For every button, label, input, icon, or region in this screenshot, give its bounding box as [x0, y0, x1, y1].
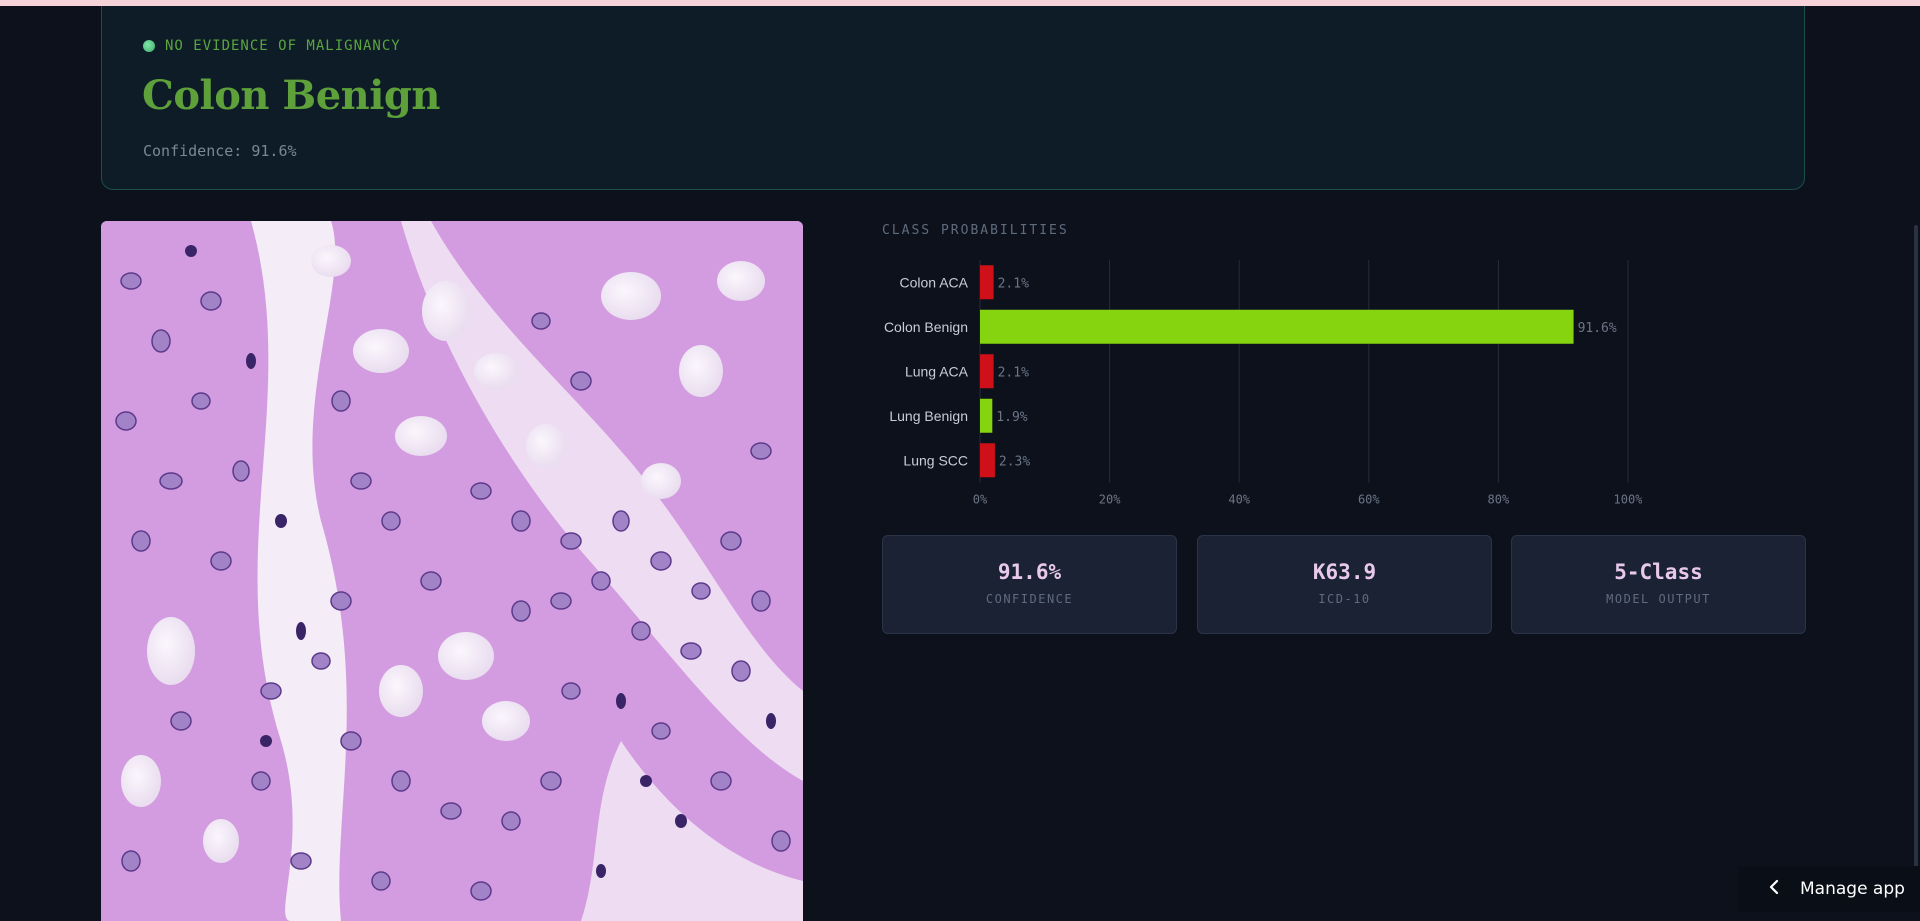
histology-image [101, 221, 803, 921]
bar-value-label: 91.6% [1578, 321, 1617, 336]
diagnosis-title: Colon Benign [142, 72, 440, 119]
result-card: NO EVIDENCE OF MALIGNANCY Colon Benign C… [101, 6, 1805, 190]
stat-value: 91.6% [997, 560, 1062, 584]
stat-card-model-output: 5-Class MODEL OUTPUT [1511, 535, 1806, 634]
bar [980, 354, 994, 389]
stat-label: CONFIDENCE [985, 592, 1074, 606]
status-dot-icon [143, 40, 155, 52]
bar [980, 443, 995, 478]
stat-value: 5-Class [1614, 560, 1703, 584]
stat-label: ICD-10 [1318, 592, 1371, 606]
bar [980, 309, 1574, 344]
scrollbar[interactable] [1914, 225, 1918, 912]
bar-value-label: 2.1% [998, 276, 1029, 291]
stat-card-icd10: K63.9 ICD-10 [1197, 535, 1492, 634]
category-label: Lung Benign [889, 408, 968, 424]
x-tick-label: 80% [1488, 493, 1510, 507]
probability-chart: 0% 20% 40% 60% 80% 100% Colon ACA 2.1% Colon Ben… [884, 260, 1642, 507]
status-row: NO EVIDENCE OF MALIGNANCY [143, 38, 401, 54]
probabilities-title: CLASS PROBABILITIES [882, 223, 1069, 238]
manage-app-button[interactable]: Manage app [1738, 866, 1920, 912]
stat-value: K63.9 [1312, 560, 1377, 584]
bar-value-label: 2.3% [999, 454, 1030, 469]
x-tick-label: 20% [1099, 493, 1121, 507]
histology-image-svg [101, 221, 803, 921]
bar-value-label: 1.9% [996, 410, 1027, 425]
category-label: Lung SCC [903, 452, 968, 468]
bar [980, 398, 993, 433]
stat-label: MODEL OUTPUT [1606, 592, 1711, 606]
status-text: NO EVIDENCE OF MALIGNANCY [165, 38, 401, 54]
category-label: Colon ACA [900, 274, 969, 290]
bar [980, 265, 994, 300]
manage-app-label: Manage app [1800, 879, 1905, 899]
category-label: Lung ACA [905, 363, 969, 379]
x-tick-label: 100% [1614, 493, 1642, 507]
stat-card-confidence: 91.6% CONFIDENCE [882, 535, 1177, 634]
confidence-text: Confidence: 91.6% [143, 142, 297, 160]
category-label: Colon Benign [884, 319, 968, 335]
x-tick-label: 60% [1358, 493, 1380, 507]
x-tick-label: 40% [1228, 493, 1250, 507]
chevron-left-icon [1768, 879, 1780, 900]
bar-value-label: 2.1% [998, 365, 1029, 380]
x-tick-label: 0% [973, 493, 988, 507]
